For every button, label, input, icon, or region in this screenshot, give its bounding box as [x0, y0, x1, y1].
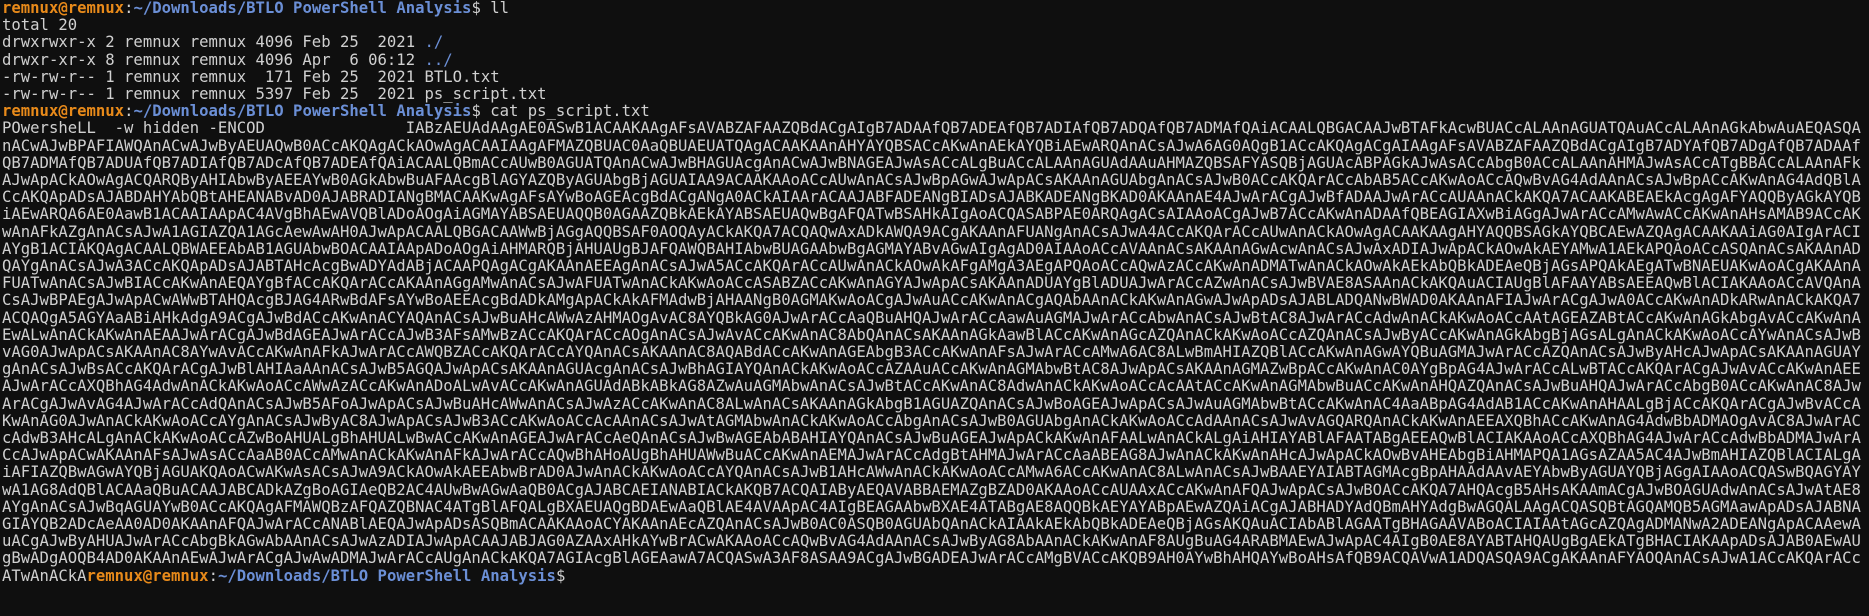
prompt-line-2: remnux@remnux:~/Downloads/BTLO PowerShel… [2, 103, 1869, 120]
listing-row-meta: -rw-rw-r-- 1 remnux remnux 5397 Feb 25 2… [2, 84, 425, 103]
listing-row: drwxr-xr-x 8 remnux remnux 4096 Apr 6 06… [2, 50, 1869, 69]
listing-row: -rw-rw-r-- 1 remnux remnux 171 Feb 25 20… [2, 67, 1869, 86]
prompt-symbol: $ [555, 566, 575, 585]
prompt-user-host: remnux@remnux [2, 0, 125, 17]
script-output: POwersheLL -w hidden -ENCOD IABzAEUAdAAg… [2, 120, 1869, 584]
listing-row: drwxrwxr-x 2 remnux remnux 4096 Feb 25 2… [2, 34, 1869, 51]
listing-row-name: BTLO.txt [424, 67, 500, 86]
prompt-user-host: remnux@remnux [2, 102, 125, 121]
prompt-path: ~/Downloads/BTLO PowerShell Analysis [217, 566, 556, 585]
listing-row: -rw-rw-r-- 1 remnux remnux 5397 Feb 25 2… [2, 84, 1869, 103]
prompt-symbol: $ [471, 0, 491, 17]
listing-row-meta: drwxr-xr-x 8 remnux remnux 4096 Apr 6 06… [2, 50, 425, 69]
command-ll: ll [490, 0, 509, 17]
prompt-line-1: remnux@remnux:~/Downloads/BTLO PowerShel… [2, 0, 1869, 17]
listing-row-name: ./ [424, 33, 444, 52]
prompt-user-host: remnux@remnux [86, 566, 209, 585]
terminal-window[interactable]: remnux@remnux:~/Downloads/BTLO PowerShel… [0, 0, 1869, 616]
encoded-script-text: POwersheLL -w hidden -ENCOD IABzAEUAdAAg… [2, 119, 1861, 585]
prompt-separator: : [208, 566, 218, 585]
listing-row-meta: drwxrwxr-x 2 remnux remnux 4096 Feb 25 2… [2, 33, 425, 52]
prompt-path: ~/Downloads/BTLO PowerShell Analysis [133, 0, 472, 17]
prompt-path: ~/Downloads/BTLO PowerShell Analysis [133, 102, 472, 121]
command-cat: cat ps_script.txt [490, 102, 650, 121]
listing-total: total 20 [2, 16, 78, 35]
listing-row-name: ps_script.txt [424, 84, 547, 103]
listing-row-name: ../ [424, 50, 453, 69]
listing-row-meta: -rw-rw-r-- 1 remnux remnux 171 Feb 25 20… [2, 67, 425, 86]
prompt-symbol: $ [471, 102, 491, 121]
